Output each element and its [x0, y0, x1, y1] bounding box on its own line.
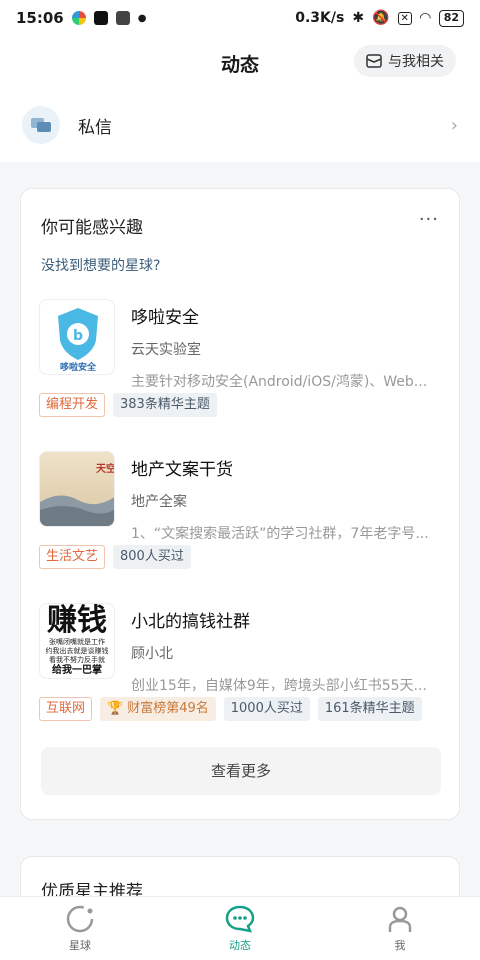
- thumb-line: 张嘴闭嘴就是工作: [49, 638, 105, 646]
- planet-owner: 地产全案: [131, 494, 187, 510]
- mute-icon: 🔕: [372, 10, 390, 26]
- message-avatar: [22, 106, 60, 144]
- planet-name: 地产文案干货: [131, 460, 233, 480]
- planet-item[interactable]: 赚钱 张嘴闭嘴就是工作 约我出去就是谈赚钱 看我不努力反手就 给我一巴掌 小北的…: [39, 603, 443, 727]
- planet-description: 创业15年，自媒体9年，跨境头部小红书55天...: [131, 678, 427, 694]
- wifi-icon: ◠: [419, 10, 431, 26]
- thumb-line: 给我一巴掌: [52, 665, 102, 676]
- not-found-link[interactable]: 没找到想要的星球?: [41, 255, 160, 275]
- planet-icon: [66, 905, 94, 933]
- wealth-rank-tag: 🏆 财富榜第49名: [100, 697, 216, 721]
- category-tag[interactable]: 生活文艺: [39, 545, 106, 569]
- svg-text:b: b: [73, 328, 83, 344]
- nav-tab-planet[interactable]: 星球: [0, 897, 160, 960]
- planet-thumbnail: 赚钱 张嘴闭嘴就是工作 约我出去就是谈赚钱 看我不努力反手就 给我一巴掌: [39, 603, 115, 679]
- private-message-label: 私信: [78, 117, 112, 138]
- chat-bubble-icon: [225, 905, 255, 933]
- view-more-button[interactable]: 查看更多: [41, 747, 441, 795]
- wealth-rank-label: 财富榜第49名: [127, 701, 209, 716]
- planet-name: 小北的搞钱社群: [131, 612, 250, 632]
- app-icon: [115, 11, 130, 25]
- battery-indicator: 82: [438, 9, 464, 27]
- planet-owner: 云天实验室: [131, 342, 201, 358]
- status-time: 15:06: [16, 9, 64, 27]
- nav-tab-activity[interactable]: 动态: [160, 897, 320, 960]
- planet-owner: 顾小北: [131, 646, 173, 662]
- tag-list: 生活文艺 800人买过: [39, 545, 191, 569]
- sim-icon: ✕: [397, 11, 412, 25]
- landscape-painting-icon: 天空: [40, 462, 115, 526]
- thumb-title: 赚钱: [47, 603, 107, 638]
- person-icon: [388, 906, 412, 932]
- stat-tag: 1000人买过: [223, 697, 310, 721]
- tag-list: 编程开发 383条精华主题: [39, 393, 217, 417]
- planet-thumbnail: b 哆啦安全: [39, 299, 115, 375]
- related-to-me-button[interactable]: 与我相关: [354, 45, 456, 77]
- bottom-navigation: 星球 动态 我: [0, 896, 480, 960]
- status-bar: 15:06 ● 0.3K/s ✱ 🔕 ✕ ◠ 82: [0, 0, 480, 36]
- thumb-line: 看我不努力反手就: [49, 656, 105, 664]
- chevron-right-icon: ›: [450, 114, 458, 136]
- related-label: 与我相关: [388, 54, 444, 70]
- more-options-button[interactable]: ···: [419, 209, 439, 230]
- message-bubbles-icon: [31, 118, 51, 132]
- svg-text:哆啦安全: 哆啦安全: [60, 361, 97, 373]
- category-tag[interactable]: 编程开发: [39, 393, 106, 417]
- stat-tag: 800人买过: [113, 545, 191, 569]
- svg-text:天空: 天空: [96, 462, 115, 475]
- network-speed: 0.3K/s: [295, 10, 345, 26]
- thumb-line: 约我出去就是谈赚钱: [45, 647, 109, 655]
- planet-description: 主要针对移动安全(Android/iOS/鸿蒙)、Web...: [131, 374, 428, 390]
- planet-name: 哆啦安全: [131, 308, 199, 328]
- tiktok-icon: [93, 11, 108, 25]
- category-tag[interactable]: 互联网: [39, 697, 93, 721]
- mail-icon: [366, 54, 382, 68]
- planet-description: 1、“文案搜索最活跃”的学习社群，7年老字号...: [131, 526, 429, 542]
- app-notification-icon: [71, 11, 86, 25]
- interest-card: 你可能感兴趣 ··· 没找到想要的星球? b 哆啦安全 哆啦安全 云天实验室 主…: [20, 188, 460, 820]
- interest-title: 你可能感兴趣: [41, 218, 143, 238]
- dot-icon: ●: [137, 12, 147, 24]
- nav-label: 动态: [229, 939, 251, 952]
- planet-item[interactable]: 天空 地产文案干货 地产全案 1、“文案搜索最活跃”的学习社群，7年老字号...…: [39, 451, 443, 575]
- private-message-row[interactable]: 私信 ›: [0, 88, 480, 162]
- planet-thumbnail: 天空: [39, 451, 115, 527]
- stat-tag: 161条精华主题: [317, 697, 422, 721]
- nav-label: 我: [394, 939, 406, 952]
- trophy-icon: 🏆: [107, 701, 124, 716]
- shield-logo-icon: b 哆啦安全: [58, 308, 98, 373]
- nav-tab-me[interactable]: 我: [320, 897, 480, 960]
- top-header: 动态 与我相关: [0, 36, 480, 88]
- bluetooth-icon: ✱: [352, 10, 365, 26]
- tag-list: 互联网 🏆 财富榜第49名 1000人买过 161条精华主题: [39, 697, 422, 721]
- stat-tag: 383条精华主题: [113, 393, 217, 417]
- planet-item[interactable]: b 哆啦安全 哆啦安全 云天实验室 主要针对移动安全(Android/iOS/鸿…: [39, 299, 443, 423]
- nav-label: 星球: [69, 939, 91, 952]
